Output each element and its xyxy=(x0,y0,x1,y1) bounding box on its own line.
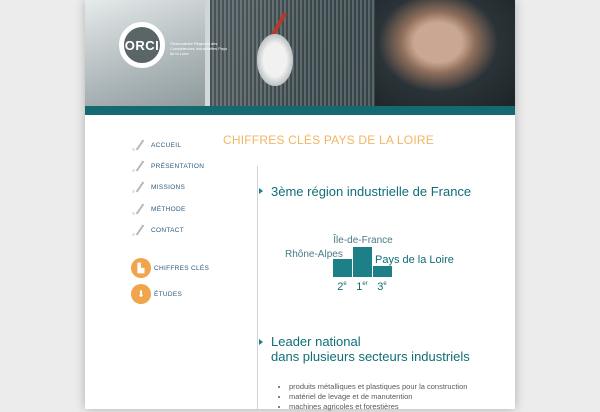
factory-icon: ▙ xyxy=(131,258,151,278)
ranking-region-label: Île-de-France xyxy=(332,233,393,246)
nav-item-presentation[interactable]: PRÉSENTATION xyxy=(131,157,204,175)
ranking-position-label: 1er xyxy=(356,281,367,293)
list-item: produits métalliques et plastiques pour … xyxy=(289,382,467,392)
ranking-region-label: Rhône-Alpes xyxy=(285,249,343,260)
ranking-bar xyxy=(333,259,352,277)
nav-item-chiffres-cles[interactable]: ▙ CHIFFRES CLÉS xyxy=(131,258,209,278)
nav-item-etudes[interactable]: ⬇ ÉTUDES xyxy=(131,284,182,304)
pen-icon xyxy=(131,160,145,172)
header-banner: ORCI Observatoire Régional des Compétenc… xyxy=(85,0,515,106)
nav-label: CONTACT xyxy=(151,226,185,234)
section-title-ranking: 3ème région industrielle de France xyxy=(271,184,472,199)
nav-label: ACCUEIL xyxy=(151,141,182,149)
ranking-chart: Rhône-Alpes 2e Île-de-France 1er Pays de la … xyxy=(285,233,454,293)
orci-logo[interactable]: ORCI xyxy=(119,22,165,68)
ranking-bar xyxy=(373,266,392,277)
list-item: machines agricoles et forestières xyxy=(289,402,467,412)
nav-label: ÉTUDES xyxy=(154,290,183,298)
nav-label: MISSIONS xyxy=(151,183,186,191)
nav-item-missions[interactable]: MISSIONS xyxy=(131,178,185,196)
section-bullet-icon xyxy=(259,188,263,194)
ranking-position-label: 2e xyxy=(337,281,347,293)
logo-text: ORCI xyxy=(124,37,160,53)
header-photo-person xyxy=(375,0,515,106)
section-title-line: Leader national xyxy=(271,334,361,349)
logo-caption: Observatoire Régional des Compétences In… xyxy=(170,41,228,56)
section-bullet-icon xyxy=(259,339,263,345)
pen-icon xyxy=(131,203,145,215)
pen-icon xyxy=(131,181,145,193)
page-title: CHIFFRES CLÉS PAYS DE LA LOIRE xyxy=(223,133,434,147)
nav-item-accueil[interactable]: ACCUEIL xyxy=(131,136,181,154)
page-container: ORCI Observatoire Régional des Compétenc… xyxy=(85,0,515,412)
section-title-leader: Leader national dans plusieurs secteurs … xyxy=(271,334,470,364)
sector-list: produits métalliques et plastiques pour … xyxy=(277,382,467,412)
header-band xyxy=(85,106,515,115)
nav-item-methode[interactable]: MÉTHODE xyxy=(131,200,186,218)
nav-label: CHIFFRES CLÉS xyxy=(154,264,210,272)
ranking-bar xyxy=(353,247,372,277)
ranking-region-label: Pays de la Loire xyxy=(375,254,454,266)
header-photo-glove xyxy=(257,34,293,86)
nav-item-contact[interactable]: CONTACT xyxy=(131,221,184,239)
nav-label: MÉTHODE xyxy=(151,205,186,213)
pen-icon xyxy=(131,224,145,236)
ranking-position-label: 3e xyxy=(377,281,387,293)
list-item: matériel de levage et de manutention xyxy=(289,392,467,402)
pen-icon xyxy=(131,139,145,151)
section-title-line: dans plusieurs secteurs industriels xyxy=(271,349,470,364)
nav-label: PRÉSENTATION xyxy=(151,162,205,170)
download-icon: ⬇ xyxy=(131,284,151,304)
content-divider xyxy=(257,166,258,409)
